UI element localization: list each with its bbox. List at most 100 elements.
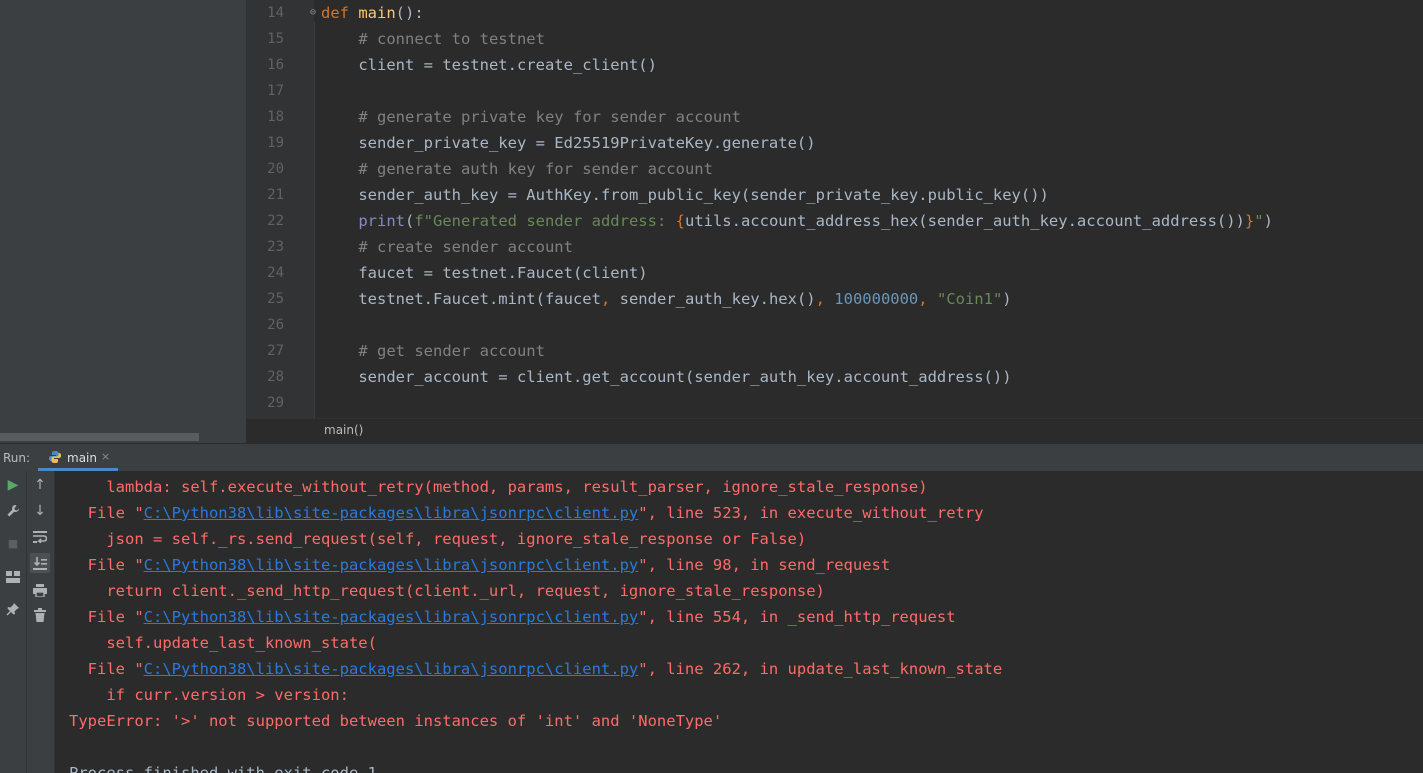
code-token: , — [815, 290, 835, 308]
code-line[interactable]: sender_auth_key = AuthKey.from_public_ke… — [321, 182, 1049, 208]
console-text: ", line 262, in update_last_known_state — [638, 660, 1003, 678]
console-text: if curr.version > version: — [69, 686, 349, 704]
console-text: File " — [69, 556, 144, 574]
soft-wrap-icon[interactable] — [30, 527, 50, 547]
console-text: ", line 98, in send_request — [638, 556, 891, 574]
console-output[interactable]: lambda: self.execute_without_retry(metho… — [55, 471, 1423, 773]
project-horizontal-scrollbar[interactable] — [0, 433, 199, 441]
close-icon[interactable]: × — [101, 450, 110, 463]
console-line: if curr.version > version: — [69, 682, 349, 708]
code-line[interactable]: sender_account = client.get_account(send… — [321, 364, 1012, 390]
code-token: "Coin1" — [936, 290, 1003, 308]
file-path-link[interactable]: C:\Python38\lib\site-packages\libra\json… — [144, 660, 639, 678]
code-token: sender_auth_key.hex() — [619, 290, 816, 308]
console-line: lambda: self.execute_without_retry(metho… — [69, 474, 928, 500]
line-number: 26 — [267, 317, 284, 333]
line-number: 24 — [267, 265, 284, 281]
run-tab-label: main — [67, 451, 97, 465]
console-line: File "C:\Python38\lib\site-packages\libr… — [69, 656, 1003, 682]
arrow-up-icon[interactable]: ↑ — [30, 475, 50, 495]
console-line: TypeError: '>' not supported between ins… — [69, 708, 722, 734]
console-text: lambda: self.execute_without_retry(metho… — [69, 478, 928, 496]
code-token: , — [918, 290, 937, 308]
code-token: " — [1254, 212, 1264, 230]
code-token: sender_account = client.get_account(send… — [321, 368, 1012, 386]
line-number: 19 — [267, 135, 284, 151]
console-line: return client._send_http_request(client.… — [69, 578, 825, 604]
console-line: File "C:\Python38\lib\site-packages\libr… — [69, 604, 956, 630]
wrench-icon[interactable] — [3, 501, 23, 521]
file-path-link[interactable]: C:\Python38\lib\site-packages\libra\json… — [144, 556, 639, 574]
arrow-down-icon[interactable]: ↓ — [30, 501, 50, 521]
code-area[interactable]: def main(): # connect to testnet client … — [314, 0, 1423, 418]
code-token: , — [600, 290, 620, 308]
console-text: File " — [69, 660, 144, 678]
line-number: 29 — [267, 395, 284, 411]
code-line[interactable]: client = testnet.create_client() — [321, 52, 657, 78]
line-number: 28 — [267, 369, 284, 385]
code-token: # get sender account — [321, 342, 545, 360]
trash-icon[interactable] — [30, 605, 50, 625]
indent-guide — [314, 22, 315, 418]
code-line[interactable]: sender_private_key = Ed25519PrivateKey.g… — [321, 130, 816, 156]
scroll-to-end-icon[interactable] — [30, 553, 50, 573]
breadcrumb[interactable]: main() — [324, 423, 363, 437]
file-path-link[interactable]: C:\Python38\lib\site-packages\libra\json… — [144, 608, 639, 626]
code-token: 100000000 — [834, 290, 919, 308]
console-line: Process finished with exit code 1 — [69, 760, 377, 773]
code-token: } — [1244, 212, 1255, 230]
line-number: 20 — [267, 161, 284, 177]
code-token: sender_auth_key = AuthKey.from_public_ke… — [321, 186, 1049, 204]
console-line: json = self._rs.send_request(self, reque… — [69, 526, 806, 552]
line-number: 27 — [267, 343, 284, 359]
code-line[interactable]: faucet = testnet.Faucet(client) — [321, 260, 648, 286]
run-tab-main[interactable]: main × — [38, 444, 118, 471]
code-token: { — [675, 212, 685, 230]
line-number: 22 — [267, 213, 284, 229]
code-line[interactable]: def main(): — [321, 0, 424, 26]
pin-icon[interactable] — [3, 599, 23, 619]
run-tool-window-header: Run: main × — [0, 443, 1423, 472]
code-token: faucet = testnet.Faucet(client) — [321, 264, 648, 282]
python-icon — [49, 451, 61, 463]
stop-icon[interactable]: ■ — [3, 533, 23, 553]
line-number: 15 — [267, 31, 284, 47]
code-token: print — [358, 212, 405, 230]
code-token: ) — [1263, 212, 1273, 230]
code-line[interactable]: # connect to testnet — [321, 26, 545, 52]
code-token: # generate private key for sender accoun… — [321, 108, 741, 126]
console-text: TypeError: '>' not supported between ins… — [69, 712, 723, 730]
code-line[interactable]: print(f"Generated sender address: {utils… — [321, 208, 1273, 234]
code-token: sender_private_key = Ed25519PrivateKey.g… — [321, 134, 816, 152]
code-editor[interactable]: ⊖ 14 15 16 17 18 19 20 21 22 23 24 25 26 27 28 29 def m… — [246, 0, 1423, 418]
console-text: ", line 554, in _send_http_request — [638, 608, 956, 626]
code-line[interactable]: # generate auth key for sender account — [321, 156, 713, 182]
print-icon[interactable] — [30, 580, 50, 600]
code-token: ) — [1002, 290, 1012, 308]
code-line[interactable]: # get sender account — [321, 338, 545, 364]
code-token: def — [321, 4, 359, 22]
code-line[interactable]: # generate private key for sender accoun… — [321, 104, 741, 130]
project-pane[interactable] — [0, 0, 246, 443]
line-number: 25 — [267, 291, 284, 307]
code-token: ( — [405, 212, 415, 230]
code-token: testnet.Faucet.mint(faucet — [321, 290, 601, 308]
console-text: json = self._rs.send_request(self, reque… — [69, 530, 807, 548]
line-number-gutter[interactable]: ⊖ 14 15 16 17 18 19 20 21 22 23 24 25 26 27 28 29 — [246, 0, 316, 418]
console-text: self.update_last_known_state( — [69, 634, 377, 652]
code-token: (): — [395, 4, 424, 22]
run-label: Run: — [3, 451, 31, 465]
code-token: f"Generated sender address: — [414, 212, 676, 230]
console-text: Process finished with exit code 1 — [69, 764, 377, 773]
console-text: ", line 523, in execute_without_retry — [638, 504, 984, 522]
code-line[interactable]: # create sender account — [321, 234, 573, 260]
code-line[interactable]: testnet.Faucet.mint(faucet, sender_auth_… — [321, 286, 1012, 312]
code-token: # connect to testnet — [321, 30, 545, 48]
file-path-link[interactable]: C:\Python38\lib\site-packages\libra\json… — [144, 504, 639, 522]
layout-icon[interactable] — [3, 567, 23, 587]
rerun-icon[interactable]: ▶ — [3, 475, 23, 495]
code-token: main — [358, 4, 396, 22]
line-number: 23 — [267, 239, 284, 255]
console-line: File "C:\Python38\lib\site-packages\libr… — [69, 552, 891, 578]
